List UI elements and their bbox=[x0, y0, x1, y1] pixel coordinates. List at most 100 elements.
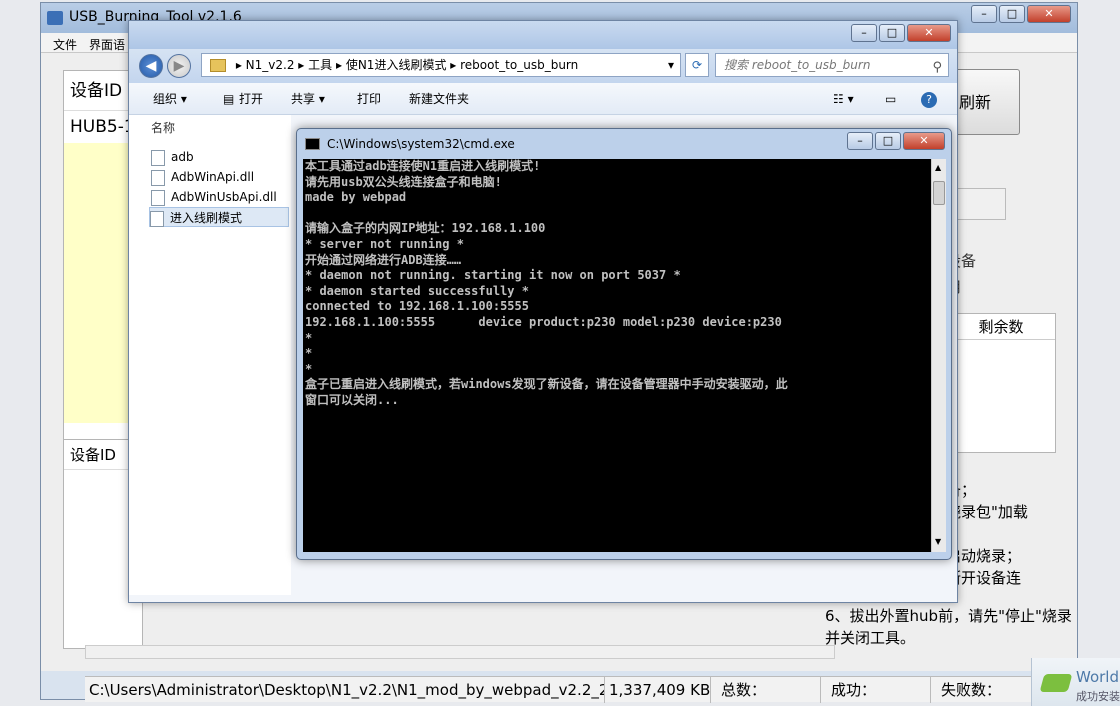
file-item[interactable]: AdbWinApi.dll bbox=[151, 167, 254, 187]
breadcrumb-sep: ▸ bbox=[335, 58, 346, 72]
menu-language[interactable]: 界面语 bbox=[89, 36, 125, 53]
world8-brand: World8 bbox=[1076, 668, 1120, 686]
column-name-header[interactable]: 名称 bbox=[129, 115, 291, 141]
scroll-down-icon[interactable]: ▼ bbox=[935, 537, 941, 546]
refresh-icon[interactable]: ⟳ bbox=[685, 53, 709, 77]
breadcrumb-item[interactable]: reboot_to_usb_burn bbox=[460, 58, 578, 72]
batch-file-icon bbox=[150, 210, 164, 227]
cmd-minimize-button[interactable]: – bbox=[847, 132, 873, 150]
cmd-console-output[interactable]: 本工具通过adb连接使N1重启进入线刷模式! 请先用usb双公头线连接盒子和电脑… bbox=[303, 159, 931, 552]
console-line: made by webpad bbox=[305, 190, 407, 205]
close-button[interactable]: ✕ bbox=[1027, 5, 1071, 23]
app-icon bbox=[47, 11, 63, 25]
console-line: 本工具通过adb连接使N1重启进入线刷模式! bbox=[305, 159, 541, 173]
status-fail: 失败数： bbox=[941, 681, 1002, 699]
console-line: 192.168.1.100:5555 device product:p230 m… bbox=[305, 314, 782, 329]
world8-logo-icon bbox=[1039, 674, 1073, 692]
dll-file-icon bbox=[151, 189, 165, 206]
console-icon bbox=[305, 138, 320, 150]
explorer-file-list: 名称 adb AdbWinApi.dll AdbWinUsbApi.dll 进入… bbox=[129, 115, 291, 595]
instruction-line: 断开设备连 bbox=[946, 569, 1022, 587]
world8-sub: 成功安装 bbox=[1076, 690, 1120, 703]
status-success: 成功： bbox=[821, 677, 931, 703]
console-line: 请输入盒子的内网IP地址：192.168.1.100 bbox=[305, 221, 546, 236]
console-line: * bbox=[305, 361, 313, 376]
instruction-line: 烧录包"加载 bbox=[946, 503, 1028, 521]
instruction-line: 备； bbox=[946, 481, 977, 499]
scroll-thumb[interactable] bbox=[933, 181, 945, 205]
forward-arrow-icon[interactable]: ▶ bbox=[167, 54, 191, 78]
cmd-maximize-button[interactable]: □ bbox=[875, 132, 901, 150]
search-input[interactable]: 搜索 reboot_to_usb_burn ⚲ bbox=[715, 53, 949, 77]
status-bar: C:\Users\Administrator\Desktop\N1_v2.2\N… bbox=[85, 676, 1035, 703]
console-line: * bbox=[305, 346, 313, 361]
open-icon: ▤ bbox=[223, 92, 235, 106]
address-dropdown-icon[interactable]: ▾ bbox=[668, 54, 674, 76]
remain-table: 剩余数 bbox=[946, 313, 1056, 453]
console-line: 开始通过网络进行ADB连接…… bbox=[305, 252, 462, 267]
explorer-maximize-button[interactable]: □ bbox=[879, 24, 905, 42]
share-button[interactable]: 共享 ▾ bbox=[291, 83, 325, 115]
instructions-text: 备； 烧录包"加载 启动烧录； 断开设备连 bbox=[946, 479, 1076, 589]
instruction-line bbox=[946, 523, 1076, 545]
console-line: * daemon started successfully * bbox=[305, 283, 529, 298]
console-line: 请先用usb双公头线连接盒子和电脑! bbox=[305, 174, 502, 189]
dll-file-icon bbox=[151, 169, 165, 186]
cmd-titlebar: C:\Windows\system32\cmd.exe – □ ✕ bbox=[297, 129, 951, 159]
status-total: 总数： bbox=[711, 677, 821, 703]
instruction-6: 6、拔出外置hub前，请先"停止"烧录并关闭工具。 bbox=[825, 607, 1072, 647]
file-name: AdbWinUsbApi.dll bbox=[171, 190, 277, 204]
console-line: 窗口可以关闭... bbox=[305, 392, 399, 407]
breadcrumb-sep: ▸ bbox=[298, 58, 309, 72]
file-name: AdbWinApi.dll bbox=[171, 170, 255, 184]
open-button[interactable]: 打开 bbox=[239, 83, 263, 115]
help-icon[interactable]: ? bbox=[921, 83, 937, 115]
explorer-toolbar: 组织 ▾ ▤ 打开 共享 ▾ 打印 新建文件夹 ☷ ▾ ▭ ? bbox=[129, 83, 957, 115]
cmd-close-button[interactable]: ✕ bbox=[903, 132, 945, 150]
world8-watermark: World8 成功安装 bbox=[1031, 658, 1120, 706]
search-icon[interactable]: ⚲ bbox=[932, 57, 942, 79]
file-icon bbox=[151, 149, 165, 166]
breadcrumb-sep: ▸ bbox=[235, 58, 246, 72]
horizontal-scrollbar[interactable] bbox=[85, 645, 835, 659]
remain-header: 剩余数 bbox=[947, 314, 1055, 340]
organize-button[interactable]: 组织 ▾ bbox=[153, 83, 187, 115]
scroll-up-icon[interactable]: ▲ bbox=[935, 163, 941, 172]
file-name: 进入线刷模式 bbox=[170, 211, 243, 225]
address-input[interactable]: ▸ N1_v2.2 ▸ 工具 ▸ 使N1进入线刷模式 ▸ reboot_to_u… bbox=[201, 53, 681, 77]
new-folder-button[interactable]: 新建文件夹 bbox=[409, 83, 469, 115]
status-path: C:\Users\Administrator\Desktop\N1_v2.2\N… bbox=[85, 677, 605, 703]
print-button[interactable]: 打印 bbox=[357, 83, 381, 115]
breadcrumb-sep: ▸ bbox=[450, 58, 461, 72]
explorer-close-button[interactable]: ✕ bbox=[907, 24, 951, 42]
status-size: 1,337,409 KB bbox=[605, 677, 711, 703]
menu-file[interactable]: 文件 bbox=[53, 36, 77, 53]
minimize-button[interactable]: – bbox=[971, 5, 997, 23]
maximize-button[interactable]: □ bbox=[999, 5, 1025, 23]
instruction-line: 启动烧录； bbox=[946, 547, 1022, 565]
file-item[interactable]: AdbWinUsbApi.dll bbox=[151, 187, 277, 207]
folder-icon bbox=[210, 59, 226, 72]
cmd-title: C:\Windows\system32\cmd.exe bbox=[327, 137, 515, 151]
console-line: * daemon not running. starting it now on… bbox=[305, 268, 681, 283]
breadcrumb-item[interactable]: N1_v2.2 bbox=[246, 58, 295, 72]
breadcrumb-item[interactable]: 使N1进入线刷模式 bbox=[346, 58, 447, 72]
console-line: connected to 192.168.1.100:5555 bbox=[305, 299, 529, 314]
explorer-address-bar: ◀ ▶ ▸ N1_v2.2 ▸ 工具 ▸ 使N1进入线刷模式 ▸ reboot_… bbox=[129, 49, 957, 83]
search-placeholder: 搜索 reboot_to_usb_burn bbox=[724, 58, 871, 72]
back-arrow-icon[interactable]: ◀ bbox=[139, 54, 163, 78]
console-line: * server not running * bbox=[305, 236, 464, 251]
breadcrumb-item[interactable]: 工具 bbox=[308, 58, 332, 72]
file-item-selected[interactable]: 进入线刷模式 bbox=[149, 207, 289, 227]
explorer-titlebar: – □ ✕ bbox=[129, 21, 957, 49]
preview-pane-icon[interactable]: ▭ bbox=[885, 83, 896, 115]
file-item[interactable]: adb bbox=[151, 147, 194, 167]
explorer-minimize-button[interactable]: – bbox=[851, 24, 877, 42]
file-name: adb bbox=[171, 150, 194, 164]
view-options-icon[interactable]: ☷ ▾ bbox=[833, 83, 854, 115]
cmd-window: C:\Windows\system32\cmd.exe – □ ✕ 本工具通过a… bbox=[296, 128, 952, 560]
console-line: * bbox=[305, 330, 313, 345]
console-line: 盒子已重启进入线刷模式，若windows发现了新设备，请在设备管理器中手动安装驱… bbox=[305, 377, 788, 392]
cmd-vertical-scrollbar[interactable]: ▲ ▼ bbox=[931, 159, 946, 552]
